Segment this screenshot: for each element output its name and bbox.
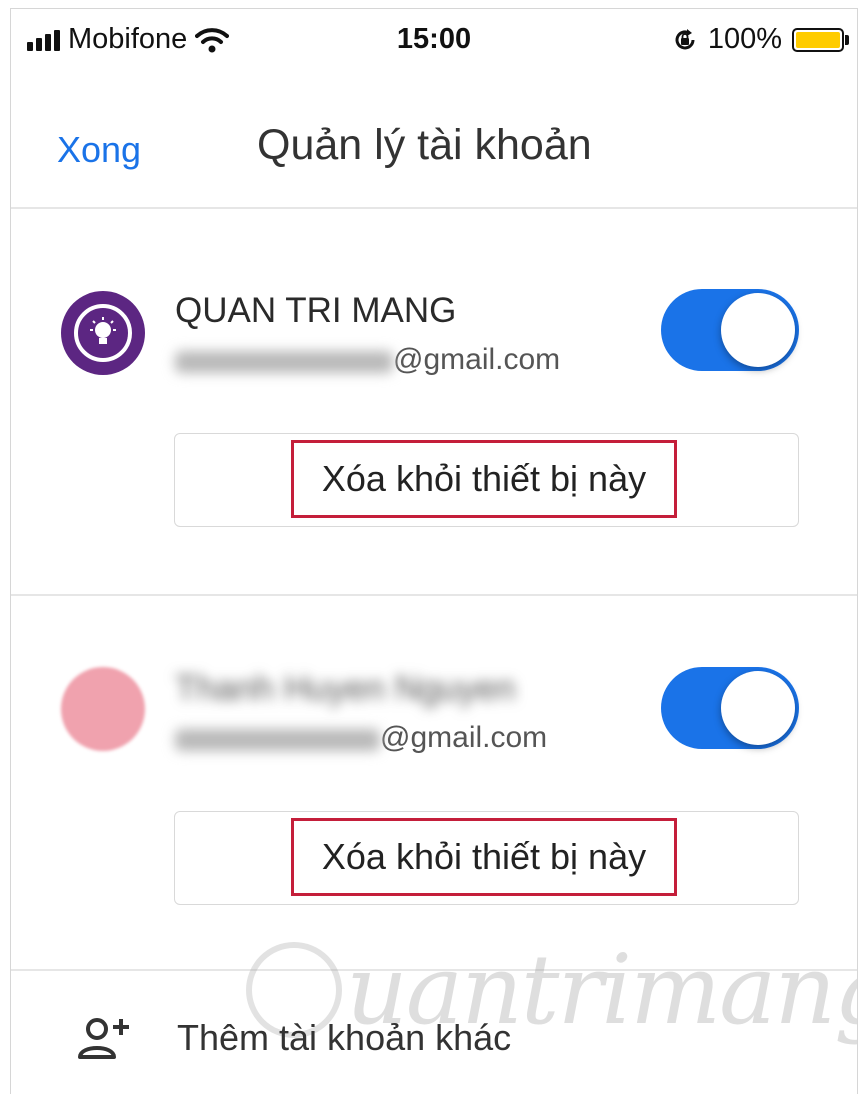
account-divider bbox=[11, 969, 857, 971]
add-account-label: Thêm tài khoản khác bbox=[177, 1017, 512, 1058]
account-name: QUAN TRI MANG bbox=[175, 291, 457, 330]
battery-fill bbox=[796, 31, 840, 48]
battery-icon bbox=[792, 27, 849, 52]
redacted-email-local bbox=[175, 729, 380, 751]
account-toggle[interactable] bbox=[661, 289, 799, 371]
account-name: Thanh Huyen Nguyen bbox=[175, 669, 516, 708]
add-account-button[interactable]: Thêm tài khoản khác bbox=[11, 1005, 857, 1075]
toggle-knob bbox=[721, 293, 795, 367]
account-email: @gmail.com bbox=[175, 343, 560, 377]
toggle-knob bbox=[721, 671, 795, 745]
account-divider bbox=[11, 594, 857, 596]
add-person-icon bbox=[78, 1018, 129, 1059]
battery-percent: 100% bbox=[707, 23, 782, 55]
email-domain: @gmail.com bbox=[380, 721, 548, 754]
account-email: @gmail.com bbox=[175, 721, 547, 755]
avatar bbox=[61, 667, 145, 751]
remove-from-device-button[interactable]: Xóa khỏi thiết bị này bbox=[174, 433, 799, 527]
rotation-lock-icon bbox=[675, 28, 695, 49]
phone-screen: Mobifone 15:00 100% Xong Quản lý tài kho… bbox=[10, 8, 858, 1094]
email-domain: @gmail.com bbox=[393, 343, 561, 376]
account-toggle[interactable] bbox=[661, 667, 799, 749]
avatar bbox=[61, 291, 145, 375]
lightbulb-icon bbox=[90, 317, 116, 344]
done-button[interactable]: Xong bbox=[57, 129, 141, 171]
redacted-email-local bbox=[175, 351, 393, 373]
status-bar-right: 100% bbox=[672, 23, 849, 56]
remove-button-label: Xóa khỏi thiết bị này bbox=[291, 440, 677, 518]
remove-from-device-button[interactable]: Xóa khỏi thiết bị này bbox=[174, 811, 799, 905]
page-title: Quản lý tài khoản bbox=[257, 121, 592, 169]
remove-button-label: Xóa khỏi thiết bị này bbox=[291, 818, 677, 896]
nav-header: Xong Quản lý tài khoản bbox=[11, 109, 857, 199]
header-divider bbox=[11, 207, 857, 209]
status-bar: Mobifone 15:00 100% bbox=[11, 9, 857, 71]
